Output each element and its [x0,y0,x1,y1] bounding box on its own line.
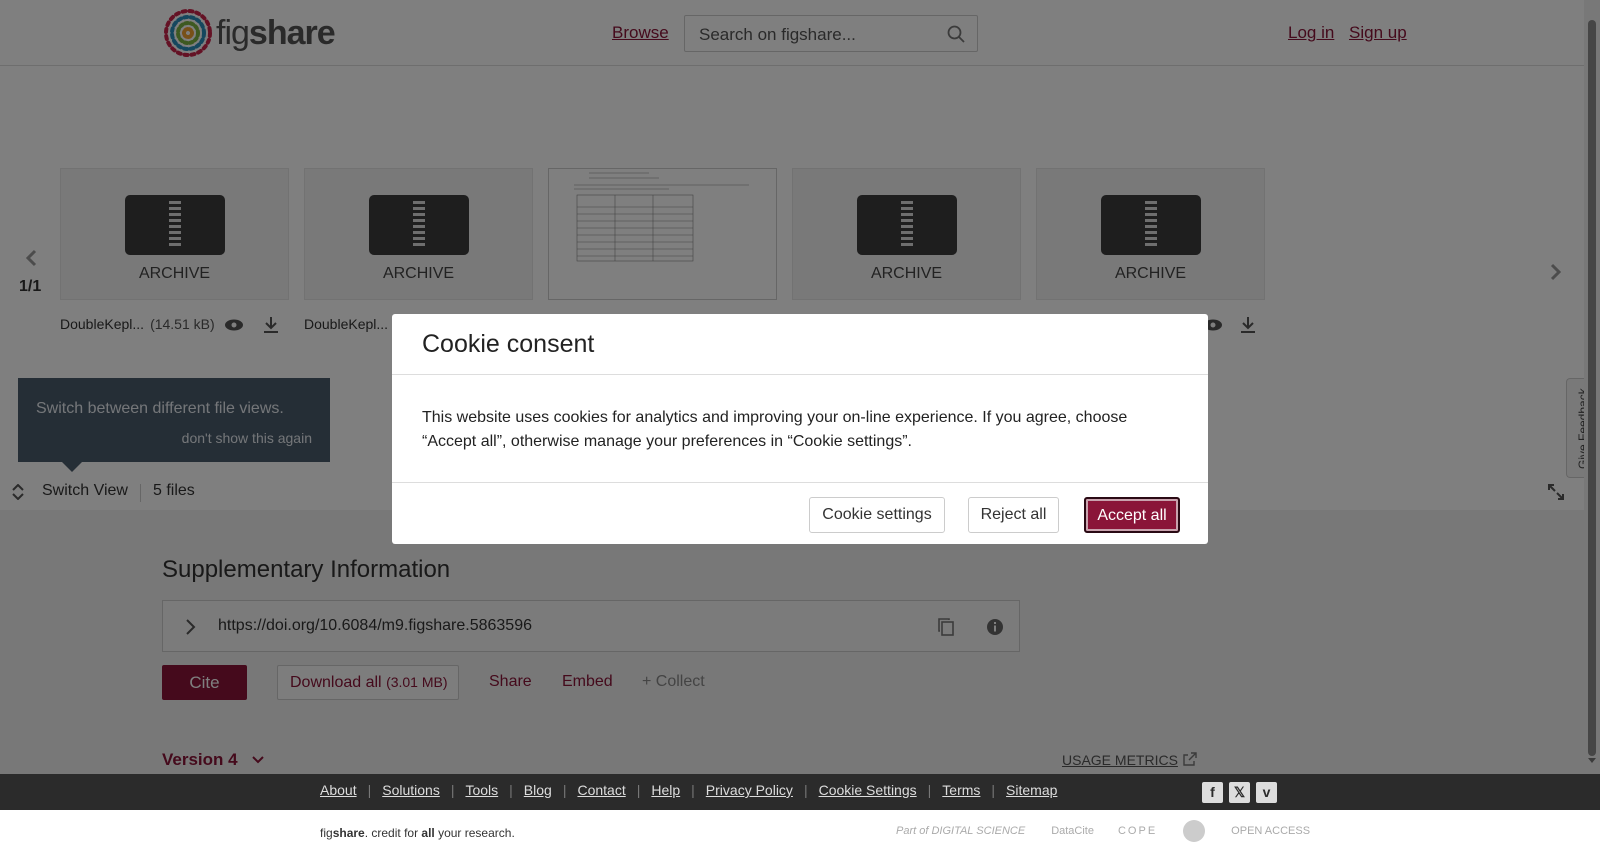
x-icon[interactable]: 𝕏 [1229,782,1250,803]
footer-link-terms[interactable]: Terms [942,782,980,798]
open-access-logo[interactable]: OPEN ACCESS [1231,825,1310,837]
footer-link-solutions[interactable]: Solutions [382,782,440,798]
footer-link-help[interactable]: Help [651,782,680,798]
footer-bottom: figshare. credit for all your research. … [0,810,1600,857]
vimeo-icon[interactable]: v [1256,782,1277,803]
facebook-icon[interactable]: f [1202,782,1223,803]
page: figshare Browse Search on figshare... Lo… [0,0,1600,857]
footer-link-tools[interactable]: Tools [465,782,498,798]
digital-science-logo[interactable]: Part of DIGITAL SCIENCE [896,825,1025,837]
divider [392,374,1208,375]
footer-credit: figshare. credit for all your research. [320,826,515,840]
footer-link-cookie-settings[interactable]: Cookie Settings [819,782,917,798]
footer-link-sitemap[interactable]: Sitemap [1006,782,1057,798]
footer-nav: About | Solutions | Tools | Blog | Contact | … [0,774,1600,810]
footer-link-privacy[interactable]: Privacy Policy [706,782,793,798]
divider [392,482,1208,483]
footer-link-contact[interactable]: Contact [577,782,625,798]
accept-all-button[interactable]: Accept all [1084,497,1180,533]
partner-logos: Part of DIGITAL SCIENCE DataCite COPE OP… [896,820,1310,842]
dialog-title: Cookie consent [422,330,595,358]
footer-link-blog[interactable]: Blog [524,782,552,798]
footer-links: About | Solutions | Tools | Blog | Contact | … [320,782,1058,798]
datacite-logo[interactable]: DataCite [1051,825,1094,837]
dialog-body: This website uses cookies for analytics … [422,409,1128,450]
globe-icon[interactable] [1183,820,1206,842]
footer-link-about[interactable]: About [320,782,357,798]
cope-logo[interactable]: COPE [1118,825,1157,837]
cookie-settings-button[interactable]: Cookie settings [809,497,945,533]
reject-all-button[interactable]: Reject all [968,497,1059,533]
cookie-consent-dialog: Cookie consent This website uses cookies… [392,314,1208,544]
